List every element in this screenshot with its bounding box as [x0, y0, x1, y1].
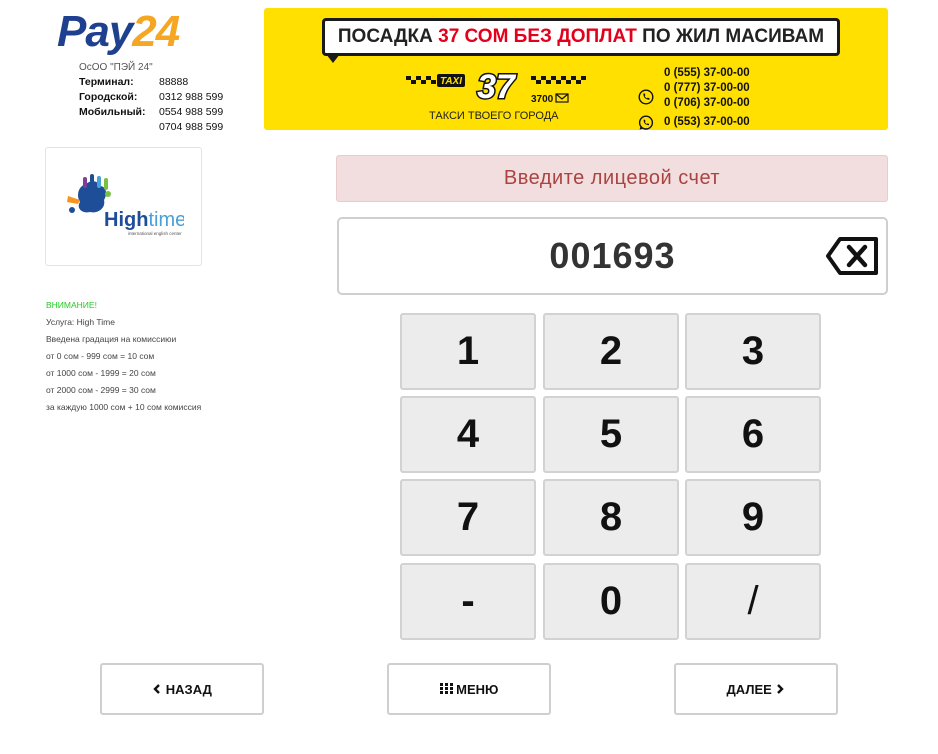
banner-slogan: ПОСАДКА 37 СОМ БЕЗ ДОПЛАТ ПО ЖИЛ МАСИВАМ: [322, 18, 840, 56]
key-dash[interactable]: -: [400, 563, 536, 640]
contact-value: 88888: [159, 76, 189, 88]
checker-left: [406, 76, 436, 84]
contact-label: [79, 121, 159, 136]
account-value: 001693: [549, 235, 676, 276]
menu-button-label: МЕНЮ: [456, 681, 499, 697]
contact-row: Мобильный: 0554 988 599: [79, 106, 223, 121]
contact-value: 0312 988 599: [159, 91, 224, 103]
taxi-tagline: ТАКСИ ТВОЕГО ГОРОДА: [429, 110, 559, 122]
next-button[interactable]: ДАЛЕЕ: [674, 663, 838, 715]
contact-value: 0554 988 599: [159, 106, 224, 118]
contacts-table: Терминал: 88888 Городской: 0312 988 599 Мо…: [79, 76, 223, 136]
whatsapp-icon: [638, 115, 654, 130]
key-2[interactable]: 2: [543, 313, 679, 390]
taxi-logo: TAXI 37 3700: [406, 70, 586, 104]
slogan-post: ПО ЖИЛ МАСИВАМ: [636, 26, 825, 47]
taxi-phones: 0 (555) 37-00-00 0 (777) 37-00-00 0 (706…: [636, 66, 750, 130]
backspace-icon[interactable]: [826, 236, 880, 276]
notice-line: за каждую 1000 сом + 10 сом комиссия: [46, 402, 202, 412]
service-notice: ВНИМАНИЕ! Услуга: High Time Введена град…: [46, 297, 201, 416]
notice-line: от 0 сом - 999 сом = 10 сом: [46, 351, 155, 361]
back-button-label: НАЗАД: [165, 681, 212, 697]
envelope-icon: [555, 93, 569, 103]
phone-row: 0 (706) 37-00-00: [636, 96, 750, 111]
numeric-keypad: 1 2 3 4 5 6 7 8 9 - 0 /: [400, 313, 823, 640]
notice-line: от 2000 сом - 2999 = 30 сом: [46, 385, 156, 395]
ad-banner[interactable]: ПОСАДКА 37 СОМ БЕЗ ДОПЛАТ ПО ЖИЛ МАСИВАМ…: [264, 8, 888, 130]
notice-line: Введена градация на комиссиюи: [46, 334, 177, 344]
notice-line: Услуга: High Time: [46, 317, 115, 327]
contact-row: Терминал: 88888: [79, 76, 223, 91]
grid-icon: [439, 683, 453, 695]
back-button[interactable]: НАЗАД: [100, 663, 264, 715]
hand-print-icon: [67, 174, 111, 213]
service-logo-card: Hightime international english center: [45, 147, 202, 266]
next-button-label: ДАЛЕЕ: [726, 681, 772, 697]
contact-label: Мобильный:: [79, 106, 146, 118]
phone-number: 0 (777) 37-00-00: [664, 82, 750, 94]
key-9[interactable]: 9: [685, 479, 821, 556]
account-prompt: Введите лицевой счет: [336, 155, 888, 202]
checker-right: [531, 76, 586, 84]
slogan-pre: ПОСАДКА: [337, 26, 439, 47]
taxi-word: TAXI: [440, 76, 462, 87]
phone-row: 0 (553) 37-00-00: [636, 115, 750, 130]
key-slash[interactable]: /: [685, 563, 821, 640]
phone-number: 0 (555) 37-00-00: [664, 67, 750, 79]
contact-value: 0704 988 599: [159, 121, 224, 133]
taxi-short-number: 3700: [531, 94, 554, 104]
phone-row: 0 (777) 37-00-00: [636, 81, 750, 105]
company-name: ОсОО "ПЭЙ 24": [79, 62, 153, 73]
key-4[interactable]: 4: [400, 396, 536, 473]
logo-part-24: 24: [132, 7, 180, 56]
account-input[interactable]: 001693: [337, 217, 888, 295]
key-5[interactable]: 5: [543, 396, 679, 473]
contact-label: Городской:: [79, 91, 138, 103]
contact-row: Городской: 0312 988 599: [79, 91, 223, 106]
taxi-number: 37: [477, 70, 517, 104]
key-7[interactable]: 7: [400, 479, 536, 556]
notice-warning: ВНИМАНИЕ!: [46, 300, 97, 310]
hightime-subtext: international english center: [128, 231, 182, 236]
phone-number: 0 (553) 37-00-00: [664, 116, 750, 128]
key-3[interactable]: 3: [685, 313, 821, 390]
chevron-left-icon: [153, 683, 161, 694]
contact-label: Терминал:: [79, 76, 134, 88]
contact-row: 0704 988 599: [79, 121, 223, 136]
key-8[interactable]: 8: [543, 479, 679, 556]
key-6[interactable]: 6: [685, 396, 821, 473]
notice-line: от 1000 сом - 1999 = 20 сом: [46, 368, 156, 378]
menu-button[interactable]: МЕНЮ: [387, 663, 551, 715]
chevron-right-icon: [777, 683, 785, 694]
pay24-logo: Pay24: [57, 7, 180, 56]
phone-number: 0 (706) 37-00-00: [664, 97, 750, 109]
key-0[interactable]: 0: [543, 563, 679, 640]
phone-row: 0 (555) 37-00-00: [636, 66, 750, 81]
hightime-wordmark: Hightime: [104, 209, 184, 231]
slogan-highlight: 37 СОМ БЕЗ ДОПЛАТ: [438, 26, 637, 47]
speech-bubble-tail: [326, 54, 340, 63]
key-1[interactable]: 1: [400, 313, 536, 390]
hightime-logo: Hightime international english center: [67, 174, 184, 236]
logo-part-pay: Pay: [57, 7, 133, 56]
